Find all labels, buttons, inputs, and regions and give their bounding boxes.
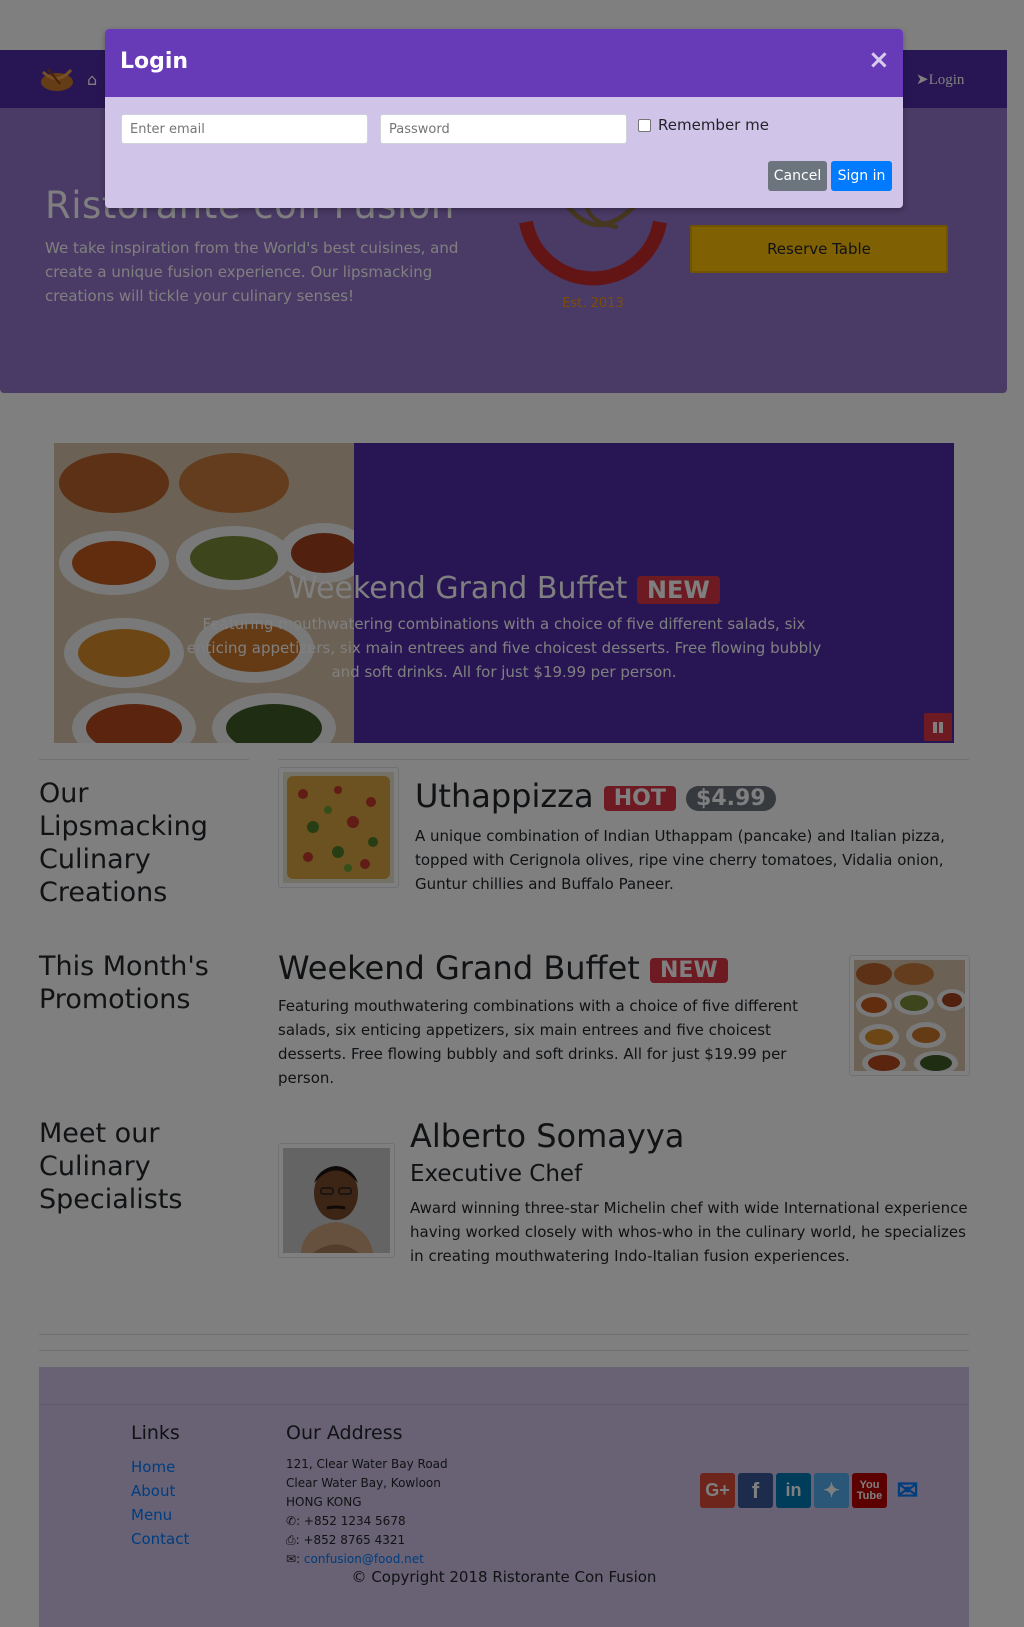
remember-checkbox[interactable] xyxy=(638,119,651,132)
email-input[interactable] xyxy=(121,114,368,144)
modal-title: Login xyxy=(120,49,189,74)
modal-backdrop[interactable] xyxy=(0,0,1024,1627)
close-icon[interactable]: × xyxy=(868,45,890,75)
cancel-button[interactable]: Cancel xyxy=(768,161,827,191)
login-modal: Login × Remember me Cancel Sign in xyxy=(105,29,903,208)
password-input[interactable] xyxy=(380,114,627,144)
sign-in-button[interactable]: Sign in xyxy=(831,161,892,191)
modal-header: Login × xyxy=(105,29,903,97)
remember-label[interactable]: Remember me xyxy=(658,116,769,134)
